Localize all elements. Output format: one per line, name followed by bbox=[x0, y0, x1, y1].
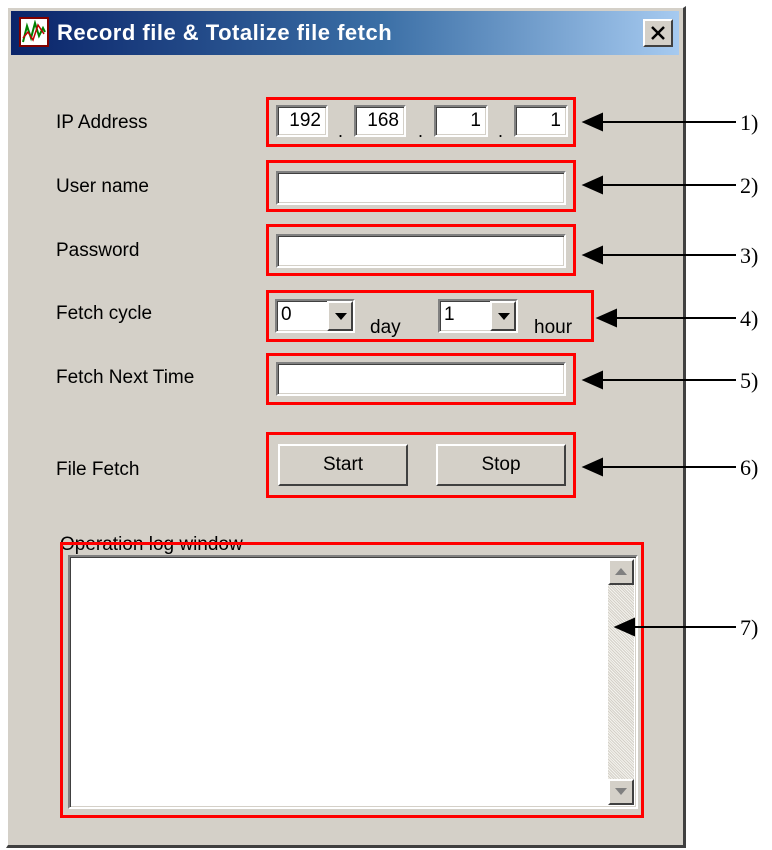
callout-label-3: 3) bbox=[740, 243, 759, 268]
callout-label-4: 4) bbox=[740, 306, 759, 331]
callout-label-2: 2) bbox=[740, 173, 759, 198]
callout-label-5: 5) bbox=[740, 368, 759, 393]
callout-arrows bbox=[581, 112, 736, 637]
callout-label-6: 6) bbox=[740, 455, 759, 480]
callout-label-1: 1) bbox=[740, 110, 759, 135]
callout-label-7: 7) bbox=[740, 615, 759, 640]
